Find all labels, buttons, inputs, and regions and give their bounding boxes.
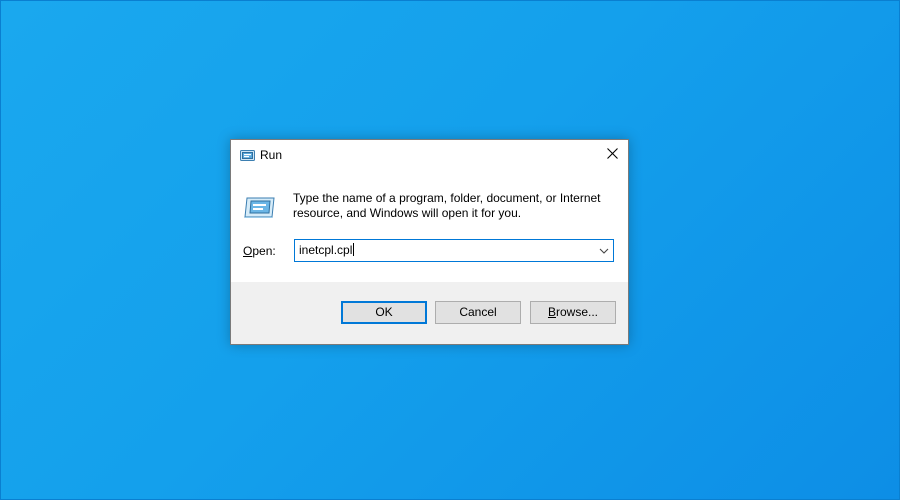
close-button[interactable] — [596, 140, 628, 170]
text-caret — [353, 243, 355, 256]
chevron-down-icon[interactable] — [598, 244, 610, 256]
open-label: Open: — [243, 244, 276, 259]
open-input[interactable]: inetcpl.cpl — [299, 243, 579, 258]
run-icon — [243, 195, 276, 219]
dialog-title: Run — [260, 148, 283, 162]
cancel-button[interactable]: Cancel — [435, 301, 521, 324]
browse-button[interactable]: Browse... — [530, 301, 616, 324]
ok-button[interactable]: OK — [341, 301, 427, 324]
description-text: Type the name of a program, folder, docu… — [293, 191, 601, 220]
open-combobox[interactable]: inetcpl.cpl — [294, 239, 614, 262]
close-icon — [606, 146, 618, 164]
open-label-text: pen: — [252, 244, 276, 258]
run-dialog: Run Type the name of a program, folder, … — [230, 139, 629, 345]
open-input-value: inetcpl.cpl — [299, 243, 353, 257]
open-label-mnemonic: O — [243, 244, 253, 258]
run-icon — [240, 148, 256, 162]
title-bar[interactable]: Run — [231, 140, 628, 171]
button-bar: OK Cancel Browse... — [231, 282, 628, 344]
browse-mnemonic: B — [547, 305, 556, 319]
browse-label: rowse... — [556, 305, 599, 319]
